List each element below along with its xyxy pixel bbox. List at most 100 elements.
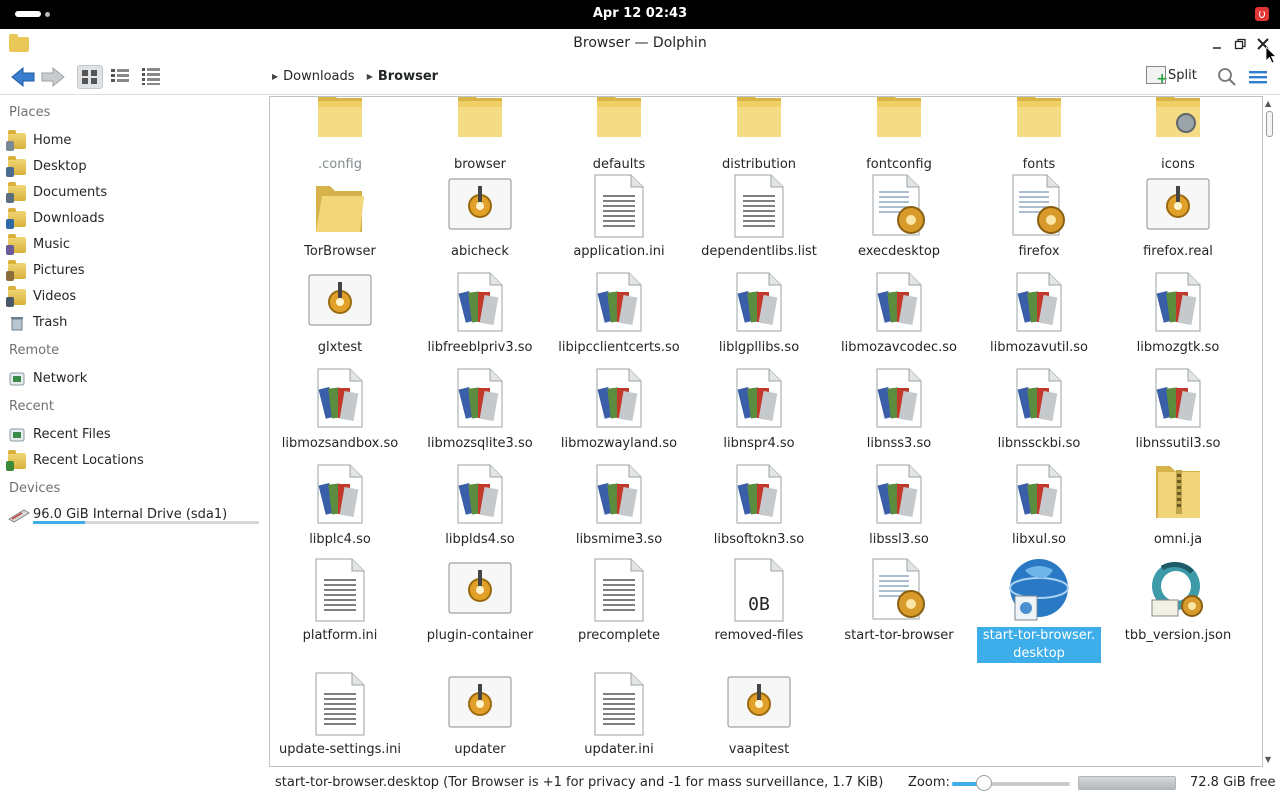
file-item-libmozsandbox-so[interactable]: libmozsandbox.so [278,366,402,453]
file-name: libplds4.so [445,532,515,547]
file-item-browser[interactable]: browser [418,97,542,174]
file-item-libsoftokn3-so[interactable]: libsoftokn3.so [697,462,821,549]
file-item-libnss3-so[interactable]: libnss3.so [837,366,961,453]
file-item-updater[interactable]: updater [418,672,542,759]
file-item-libplc4-so[interactable]: libplc4.so [278,462,402,549]
scroll-down-icon[interactable]: ▼ [1265,755,1271,764]
forward-button[interactable] [40,65,66,89]
file-item-defaults[interactable]: defaults [557,97,681,174]
file-item-vaapitest[interactable]: vaapitest [697,672,821,759]
details-view-button[interactable] [139,65,165,89]
scroll-up-icon[interactable]: ▲ [1265,99,1271,108]
file-item-liblgpllibs-so[interactable]: liblgpllibs.so [697,270,821,357]
library-icon [727,462,791,526]
file-item-start-tor-browser-desktop[interactable]: start-tor-browser. desktop [977,558,1101,663]
file-item-platform-ini[interactable]: platform.ini [278,558,402,645]
file-item-libnspr4-so[interactable]: libnspr4.so [697,366,821,453]
place-downloads[interactable]: Downloads [6,208,258,230]
file-item-execdesktop[interactable]: execdesktop [837,174,961,261]
file-item-start-tor-browser[interactable]: start-tor-browser [837,558,961,645]
place-documents[interactable]: Documents [6,182,258,204]
file-item-plugin-container[interactable]: plugin-container [418,558,542,645]
breadcrumb-downloads[interactable]: Downloads [283,69,354,84]
split-button[interactable]: Split [1146,66,1197,88]
file-name: precomplete [577,628,661,643]
file-item-distribution[interactable]: distribution [697,97,821,174]
file-item-firefox[interactable]: firefox [977,174,1101,261]
place-home[interactable]: Home [6,130,258,152]
file-item-libssl3-so[interactable]: libssl3.so [837,462,961,549]
place-network[interactable]: Network [8,368,258,390]
file-item-libmozavutil-so[interactable]: libmozavutil.so [977,270,1101,357]
file-item-libnssckbi-so[interactable]: libnssckbi.so [977,366,1101,453]
section-remote[interactable]: Remote [9,343,59,358]
file-item-abicheck[interactable]: abicheck [418,174,542,261]
section-places[interactable]: Places [9,105,50,120]
place-music[interactable]: Music [6,234,258,256]
file-item-dependentlibs-list[interactable]: dependentlibs.list [697,174,821,261]
file-view[interactable]: .config browser defaults distribution fontco… [269,96,1263,767]
hamburger-menu-button[interactable] [1247,65,1269,89]
file-item-libplds4-so[interactable]: libplds4.so [418,462,542,549]
file-item-tbb-version-json[interactable]: tbb_version.json [1116,558,1240,645]
file-item-fontconfig[interactable]: fontconfig [837,97,961,174]
text-icon [308,672,372,736]
file-item-icons[interactable]: icons [1116,97,1240,174]
file-item-libxul-so[interactable]: libxul.so [977,462,1101,549]
icons-view-button[interactable] [77,65,103,89]
clock[interactable]: Apr 12 02:43 [0,6,1280,21]
section-devices[interactable]: Devices [9,481,60,496]
file-item-libfreeblpriv3-so[interactable]: libfreeblpriv3.so [418,270,542,357]
place-videos[interactable]: Videos [6,286,258,308]
file-item-libnssutil3-so[interactable]: libnssutil3.so [1116,366,1240,453]
file-item-libipcclientcerts-so[interactable]: libipcclientcerts.so [557,270,681,357]
file-item-glxtest[interactable]: glxtest [278,270,402,357]
file-item-precomplete[interactable]: precomplete [557,558,681,645]
icons-view-icon [82,70,97,84]
executable-icon [1146,174,1210,238]
file-name: tbb_version.json [1124,628,1232,643]
place-recent-locations[interactable]: Recent Locations [6,450,258,472]
place-pictures[interactable]: Pictures [6,260,258,282]
file-item-updater-ini[interactable]: updater.ini [557,672,681,759]
file-name: execdesktop [857,244,941,259]
file-item-torbrowser[interactable]: TorBrowser [278,174,402,261]
search-icon [1218,68,1236,86]
file-item-libmozsqlite3-so[interactable]: libmozsqlite3.so [418,366,542,453]
place-trash[interactable]: Trash [8,312,258,334]
library-icon [587,270,651,334]
file-item-config[interactable]: .config [278,97,402,174]
place-label: Trash [33,315,68,330]
place-recent-files[interactable]: Recent Files [8,424,258,446]
restore-button[interactable] [1233,37,1247,51]
free-space-label[interactable]: 72.8 GiB free [1190,775,1275,790]
file-name: libipcclientcerts.so [558,340,680,355]
zoom-slider[interactable] [952,782,1070,786]
file-item-libmozavcodec-so[interactable]: libmozavcodec.so [837,270,961,357]
back-button[interactable] [10,65,36,89]
section-recent[interactable]: Recent [9,399,54,414]
compact-view-button[interactable] [108,65,134,89]
power-icon[interactable] [1255,7,1269,21]
vertical-scrollbar[interactable]: ▲ ▼ [1263,96,1276,767]
breadcrumb-arrow-icon[interactable]: ▶ [367,72,373,81]
file-item-omni-ja[interactable]: omni.ja [1116,462,1240,549]
folder-icon [1007,97,1071,151]
place-desktop[interactable]: Desktop [6,156,258,178]
file-item-libmozwayland-so[interactable]: libmozwayland.so [557,366,681,453]
file-item-firefox-real[interactable]: firefox.real [1116,174,1240,261]
zoom-slider-handle[interactable] [976,775,992,791]
breadcrumb-browser[interactable]: Browser [378,69,438,84]
file-item-application-ini[interactable]: application.ini [557,174,681,261]
file-item-update-settings-ini[interactable]: update-settings.ini [278,672,402,759]
file-name: TorBrowser [304,244,376,259]
window-titlebar[interactable]: Browser — Dolphin [0,29,1280,60]
file-item-fonts[interactable]: fonts [977,97,1101,174]
file-item-libsmime3-so[interactable]: libsmime3.so [557,462,681,549]
file-item-removed-files[interactable]: 0B removed-files [697,558,821,645]
scroll-thumb[interactable] [1266,111,1273,137]
file-item-libmozgtk-so[interactable]: libmozgtk.so [1116,270,1240,357]
search-button[interactable] [1216,65,1238,89]
minimize-button[interactable] [1210,37,1224,51]
breadcrumb-arrow-icon[interactable]: ▶ [272,72,278,81]
